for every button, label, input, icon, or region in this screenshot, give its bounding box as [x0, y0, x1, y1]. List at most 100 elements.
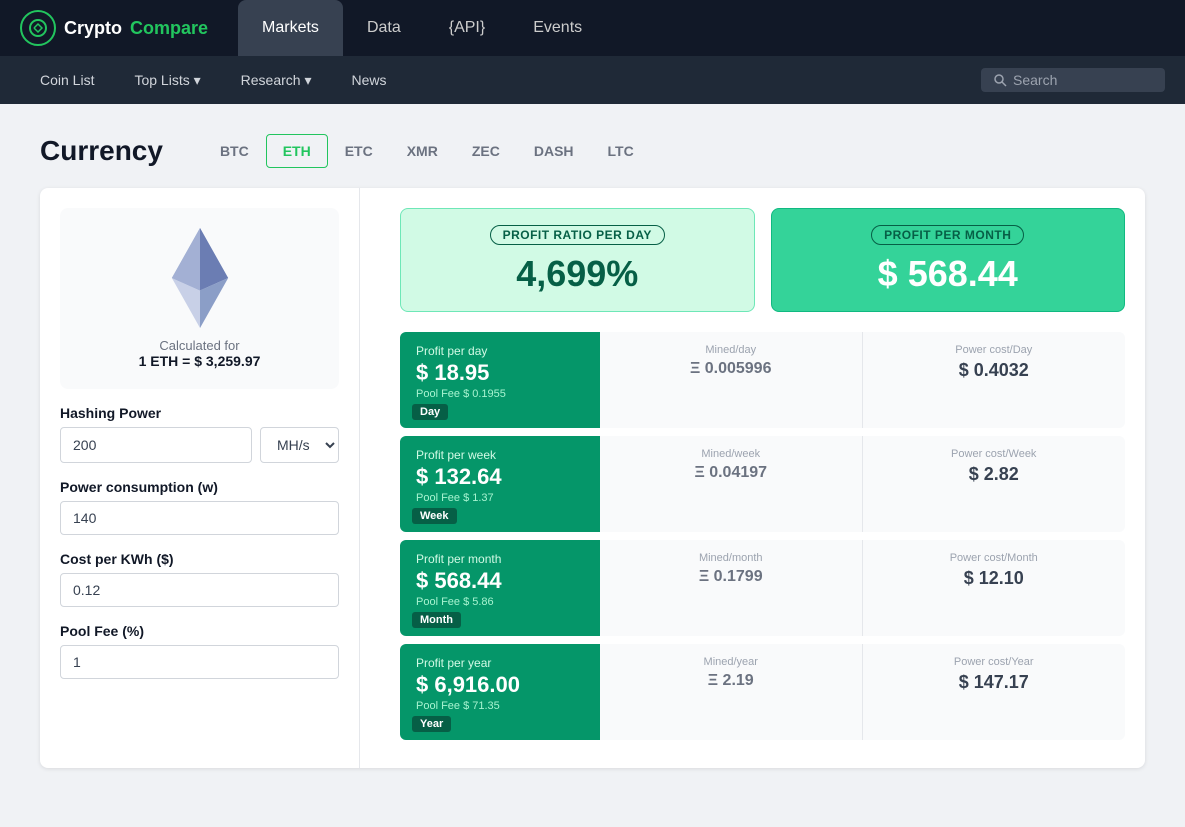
- mined-label-day: Mined/day: [616, 344, 846, 356]
- power-cost-week: Power cost/Week $ 2.82: [863, 436, 1126, 532]
- currency-tab-eth[interactable]: ETH: [266, 134, 328, 168]
- mined-day: Mined/day Ξ 0.005996: [600, 332, 863, 428]
- currency-tab-xmr[interactable]: XMR: [390, 134, 455, 168]
- profit-value-day: $ 18.95: [416, 360, 584, 386]
- nav-tab-data[interactable]: Data: [343, 0, 425, 56]
- currency-header: Currency BTC ETH ETC XMR ZEC DASH LTC: [40, 134, 1145, 168]
- profit-per-month-label: PROFIT PER MONTH: [871, 225, 1024, 245]
- data-row-day: Profit per day $ 18.95 Pool Fee $ 0.1955…: [400, 332, 1125, 428]
- power-consumption-input[interactable]: [60, 501, 339, 535]
- pool-fee-label: Pool Fee (%): [60, 623, 339, 639]
- power-value-year: $ 147.17: [879, 672, 1110, 693]
- summary-cards: PROFIT RATIO PER DAY 4,699% PROFIT PER M…: [400, 208, 1125, 312]
- data-row-main-year: Profit per year $ 6,916.00 Pool Fee $ 71…: [400, 644, 600, 740]
- profit-ratio-label: PROFIT RATIO PER DAY: [490, 225, 665, 245]
- pool-fee-year: Pool Fee $ 71.35: [416, 700, 584, 712]
- profit-label-month: Profit per month: [416, 552, 584, 566]
- nav-tabs: Markets Data {API} Events: [238, 0, 1165, 56]
- profit-label-year: Profit per year: [416, 656, 584, 670]
- data-row-main-month: Profit per month $ 568.44 Pool Fee $ 5.8…: [400, 540, 600, 636]
- left-panel: Calculated for 1 ETH = $ 3,259.97 Hashin…: [40, 188, 360, 768]
- hashing-power-input[interactable]: [60, 427, 252, 463]
- search-box[interactable]: [981, 68, 1165, 92]
- main-grid: Calculated for 1 ETH = $ 3,259.97 Hashin…: [40, 188, 1145, 768]
- search-icon: [993, 73, 1007, 87]
- cost-per-kwh-group: Cost per KWh ($): [60, 551, 339, 607]
- logo-text-crypto: Crypto: [64, 18, 122, 39]
- currency-tabs: BTC ETH ETC XMR ZEC DASH LTC: [203, 134, 651, 168]
- page-title: Currency: [40, 135, 163, 167]
- data-row-year: Profit per year $ 6,916.00 Pool Fee $ 71…: [400, 644, 1125, 740]
- period-badge-year: Year: [412, 716, 451, 732]
- profit-value-week: $ 132.64: [416, 464, 584, 490]
- power-consumption-label: Power consumption (w): [60, 479, 339, 495]
- profit-label-day: Profit per day: [416, 344, 584, 358]
- cost-per-kwh-input[interactable]: [60, 573, 339, 607]
- data-row-month: Profit per month $ 568.44 Pool Fee $ 5.8…: [400, 540, 1125, 636]
- period-badge-day: Day: [412, 404, 448, 420]
- power-value-day: $ 0.4032: [879, 360, 1110, 381]
- mined-value-year: Ξ 2.19: [616, 672, 846, 690]
- mined-year: Mined/year Ξ 2.19: [600, 644, 863, 740]
- currency-tab-etc[interactable]: ETC: [328, 134, 390, 168]
- mined-week: Mined/week Ξ 0.04197: [600, 436, 863, 532]
- power-value-month: $ 12.10: [879, 568, 1110, 589]
- pool-fee-group: Pool Fee (%): [60, 623, 339, 679]
- data-rows-container: Profit per day $ 18.95 Pool Fee $ 0.1955…: [400, 332, 1125, 740]
- sub-nav-top-lists[interactable]: Top Lists ▾: [114, 56, 220, 104]
- period-badge-week: Week: [412, 508, 457, 524]
- nav-tab-markets[interactable]: Markets: [238, 0, 343, 56]
- logo[interactable]: CryptoCompare: [20, 10, 208, 46]
- page-content: Currency BTC ETH ETC XMR ZEC DASH LTC: [0, 104, 1185, 827]
- pool-fee-input[interactable]: [60, 645, 339, 679]
- power-label-week: Power cost/Week: [879, 448, 1110, 460]
- period-badge-month: Month: [412, 612, 461, 628]
- currency-tab-dash[interactable]: DASH: [517, 134, 591, 168]
- currency-tab-btc[interactable]: BTC: [203, 134, 266, 168]
- nav-tab-api[interactable]: {API}: [425, 0, 509, 56]
- right-panel: PROFIT RATIO PER DAY 4,699% PROFIT PER M…: [380, 188, 1145, 768]
- power-cost-month: Power cost/Month $ 12.10: [863, 540, 1126, 636]
- mined-month: Mined/month Ξ 0.1799: [600, 540, 863, 636]
- data-row-week: Profit per week $ 132.64 Pool Fee $ 1.37…: [400, 436, 1125, 532]
- mined-value-week: Ξ 0.04197: [616, 464, 846, 482]
- power-label-month: Power cost/Month: [879, 552, 1110, 564]
- top-nav: CryptoCompare Markets Data {API} Events: [0, 0, 1185, 56]
- search-input[interactable]: [1013, 72, 1153, 88]
- hashing-power-label: Hashing Power: [60, 405, 339, 421]
- mined-label-week: Mined/week: [616, 448, 846, 460]
- profit-ratio-value: 4,699%: [421, 253, 734, 295]
- calculated-for: Calculated for 1 ETH = $ 3,259.97: [139, 338, 261, 369]
- pool-fee-month: Pool Fee $ 5.86: [416, 596, 584, 608]
- power-consumption-group: Power consumption (w): [60, 479, 339, 535]
- mined-label-month: Mined/month: [616, 552, 846, 564]
- eth-price: 1 ETH = $ 3,259.97: [139, 353, 261, 369]
- power-cost-day: Power cost/Day $ 0.4032: [863, 332, 1126, 428]
- mined-value-month: Ξ 0.1799: [616, 568, 846, 586]
- sub-nav-coin-list[interactable]: Coin List: [20, 56, 114, 104]
- hashing-power-group: Hashing Power MH/s GH/s TH/s: [60, 405, 339, 463]
- eth-logo-container: Calculated for 1 ETH = $ 3,259.97: [60, 208, 339, 389]
- cost-per-kwh-label: Cost per KWh ($): [60, 551, 339, 567]
- profit-value-year: $ 6,916.00: [416, 672, 584, 698]
- data-row-main-day: Profit per day $ 18.95 Pool Fee $ 0.1955…: [400, 332, 600, 428]
- logo-icon: [20, 10, 56, 46]
- sub-nav-news[interactable]: News: [331, 56, 406, 104]
- currency-tab-zec[interactable]: ZEC: [455, 134, 517, 168]
- hashing-unit-select[interactable]: MH/s GH/s TH/s: [260, 427, 339, 463]
- profit-ratio-card: PROFIT RATIO PER DAY 4,699%: [400, 208, 755, 312]
- sub-nav-research[interactable]: Research ▾: [221, 56, 332, 104]
- power-label-day: Power cost/Day: [879, 344, 1110, 356]
- sub-nav: Coin List Top Lists ▾ Research ▾ News: [0, 56, 1185, 104]
- currency-tab-ltc[interactable]: LTC: [591, 134, 651, 168]
- data-row-main-week: Profit per week $ 132.64 Pool Fee $ 1.37…: [400, 436, 600, 532]
- power-cost-year: Power cost/Year $ 147.17: [863, 644, 1126, 740]
- pool-fee-day: Pool Fee $ 0.1955: [416, 388, 584, 400]
- mined-label-year: Mined/year: [616, 656, 846, 668]
- profit-per-month-value: $ 568.44: [792, 253, 1105, 295]
- power-value-week: $ 2.82: [879, 464, 1110, 485]
- power-label-year: Power cost/Year: [879, 656, 1110, 668]
- profit-value-month: $ 568.44: [416, 568, 584, 594]
- profit-per-month-card: PROFIT PER MONTH $ 568.44: [771, 208, 1126, 312]
- nav-tab-events[interactable]: Events: [509, 0, 606, 56]
